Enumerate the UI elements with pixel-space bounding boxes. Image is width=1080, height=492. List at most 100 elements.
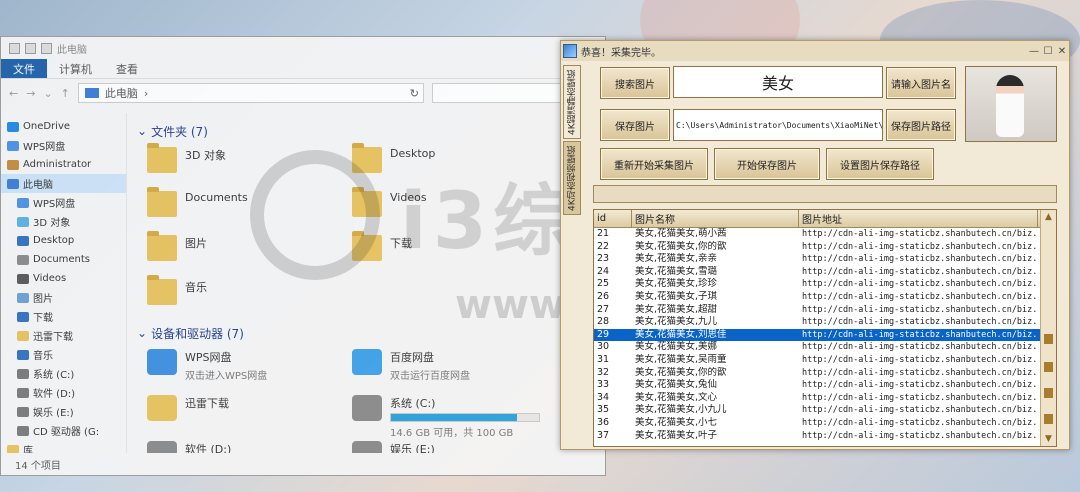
nav-item-icon [17,406,29,417]
sidebar-item[interactable]: 下载 [1,307,126,326]
tab-view[interactable]: 查看 [104,59,150,78]
cell-url: http://cdn-ali-img-staticbz.shanbutech.c… [802,329,1038,340]
cell-id: 34 [597,391,610,403]
sidebar-item-label: 3D 对象 [33,218,71,229]
column-header-id[interactable]: id [594,210,632,227]
close-button[interactable]: ✕ [1055,46,1069,57]
nav-item-icon [17,235,29,246]
sidebar-item[interactable]: 软件 (D:) [1,383,126,402]
sidebar-item[interactable]: CD 驱动器 (G: [1,421,126,440]
sidebar-item[interactable]: WPS网盘 [1,193,126,212]
back-arrow-icon[interactable]: ← [9,87,18,100]
sidebar-item[interactable]: 此电脑 [1,174,126,193]
keyword-input[interactable]: 美女 [673,66,883,98]
minimize-button[interactable]: — [1027,46,1041,57]
table-row[interactable]: 36 美女,花猫美女,小七 http://cdn-ali-img-staticbz.… [594,417,1056,430]
sidebar-item[interactable]: 娱乐 (E:) [1,402,126,421]
tab-4k-video[interactable]: 4K动态视频壁纸 [563,141,581,215]
input-image-name-button[interactable]: 请输入图片名 [886,67,956,99]
address-bar[interactable]: 此电脑 › ↻ [77,83,424,103]
maximize-button[interactable]: ☐ [1041,46,1055,57]
cell-id: 29 [597,328,610,340]
tab-4k-static[interactable]: 4K超清静态壁纸 [563,65,581,139]
sidebar-item[interactable]: OneDrive [1,117,126,136]
set-save-path-button[interactable]: 设置图片保存路径 [826,148,934,180]
sidebar-item[interactable]: 库 [1,440,126,453]
save-image-button[interactable]: 保存图片 [600,109,670,141]
refresh-icon[interactable]: ↻ [410,87,423,100]
device-item[interactable]: 百度网盘 双击运行百度网盘 [352,349,557,387]
folder-item[interactable]: 音乐 [147,275,352,309]
column-header-name[interactable]: 图片名称 [632,210,799,227]
scroll-thumb[interactable] [1044,388,1053,398]
folder-item[interactable]: 3D 对象 [147,143,352,177]
device-item[interactable]: 软件 (D:) [147,441,352,453]
device-item[interactable]: WPS网盘 双击进入WPS网盘 [147,349,352,387]
start-save-button[interactable]: 开始保存图片 [714,148,820,180]
sidebar-item[interactable]: Documents [1,250,126,269]
properties-icon[interactable] [25,42,36,54]
folder-item[interactable]: Desktop [352,143,557,177]
save-image-path-button[interactable]: 保存图片路径 [886,109,956,141]
save-path-field[interactable]: C:\Users\Administrator\Documents\XiaoMiN… [673,109,883,141]
folders-section-header[interactable]: ⌄ 文件夹 (7) [137,121,595,141]
explorer-titlebar: 此电脑 — ☐ [1,37,605,59]
sidebar-item[interactable]: Videos [1,269,126,288]
sidebar-item[interactable]: 迅雷下载 [1,326,126,345]
table-row[interactable]: 35 美女,花猫美女,小九儿 http://cdn-ali-img-staticbz… [594,404,1056,417]
nav-item-icon [17,349,29,360]
cell-name: 美女,花猫美女,你的歆 [635,366,727,378]
tab-computer[interactable]: 计算机 [47,59,104,78]
cell-name: 美女,花猫美女,萌小茜 [635,228,727,239]
folder-item[interactable]: Videos [352,187,557,221]
nav-item-icon [7,121,19,132]
table-row[interactable]: 24 美女,花猫美女,雪璐 http://cdn-ali-img-staticbz.… [594,266,1056,279]
table-row[interactable]: 32 美女,花猫美女,你的歆 http://cdn-ali-img-staticbz… [594,367,1056,380]
tab-file[interactable]: 文件 [1,59,47,78]
search-image-button[interactable]: 搜索图片 [600,67,670,99]
status-bar: 14 个项目 [1,453,605,475]
cell-name: 美女,花猫美女,吴雨童 [635,353,727,365]
folder-item[interactable]: Documents [147,187,352,221]
vertical-scrollbar[interactable]: ▲ ▼ [1040,210,1056,446]
new-folder-icon[interactable] [41,42,52,54]
table-row[interactable]: 28 美女,花猫美女,九儿 http://cdn-ali-img-staticbz.… [594,316,1056,329]
sidebar-item[interactable]: WPS网盘 [1,136,126,155]
device-item[interactable]: 娱乐 (E:) [352,441,557,453]
folder-item[interactable]: 下载 [352,231,557,265]
table-row[interactable]: 33 美女,花猫美女,兔仙 http://cdn-ali-img-staticbz.… [594,379,1056,392]
breadcrumb-this-pc[interactable]: 此电脑 [105,85,138,101]
image-preview [965,66,1057,142]
table-row[interactable]: 25 美女,花猫美女,珍珍 http://cdn-ali-img-staticbz.… [594,278,1056,291]
restart-collect-button[interactable]: 重新开始采集图片 [600,148,708,180]
sidebar-item[interactable]: 3D 对象 [1,212,126,231]
table-row[interactable]: 37 美女,花猫美女,叶子 http://cdn-ali-img-staticbz.… [594,430,1056,443]
device-item[interactable]: 系统 (C:) 14.6 GB 可用，共 100 GB [352,395,557,439]
table-row[interactable]: 23 美女,花猫美女,亲亲 http://cdn-ali-img-staticbz.… [594,253,1056,266]
sidebar-item[interactable]: Desktop [1,231,126,250]
scroll-up-icon[interactable]: ▲ [1041,210,1056,224]
sidebar-item[interactable]: 图片 [1,288,126,307]
scroll-down-icon[interactable]: ▼ [1041,432,1056,446]
table-row[interactable]: 27 美女,花猫美女,超甜 http://cdn-ali-img-staticbz.… [594,304,1056,317]
folder-item[interactable]: 图片 [147,231,352,265]
sidebar-item[interactable]: 音乐 [1,345,126,364]
cell-name: 美女,花猫美女,亲亲 [635,253,718,265]
device-item[interactable]: 迅雷下载 [147,395,352,433]
table-row[interactable]: 31 美女,花猫美女,吴雨童 http://cdn-ali-img-staticbz… [594,354,1056,367]
devices-section-header[interactable]: ⌄ 设备和驱动器 (7) [137,323,595,343]
up-arrow-icon[interactable]: ↑ [61,87,70,100]
folder-label: 音乐 [185,281,207,294]
sidebar-item[interactable]: Administrator [1,155,126,174]
folder-label: Documents [185,191,248,204]
table-row[interactable]: 29 美女,花猫美女,刘思佳 http://cdn-ali-img-staticbz… [594,328,1056,342]
table-row[interactable]: 26 美女,花猫美女,子琪 http://cdn-ali-img-staticbz.… [594,291,1056,304]
table-row[interactable]: 22 美女,花猫美女,你的歆 http://cdn-ali-img-staticbz… [594,241,1056,254]
column-header-url[interactable]: 图片地址 [799,210,1038,227]
table-row[interactable]: 21 美女,花猫美女,萌小茜 http://cdn-ali-img-staticbz… [594,228,1056,241]
forward-arrow-icon[interactable]: → [26,87,35,100]
table-row[interactable]: 30 美女,花猫美女,美娜 http://cdn-ali-img-staticbz.… [594,341,1056,354]
table-row[interactable]: 34 美女,花猫美女,文心 http://cdn-ali-img-staticbz.… [594,392,1056,405]
sidebar-item[interactable]: 系统 (C:) [1,364,126,383]
chevron-down-icon[interactable]: ⌄ [43,87,52,100]
